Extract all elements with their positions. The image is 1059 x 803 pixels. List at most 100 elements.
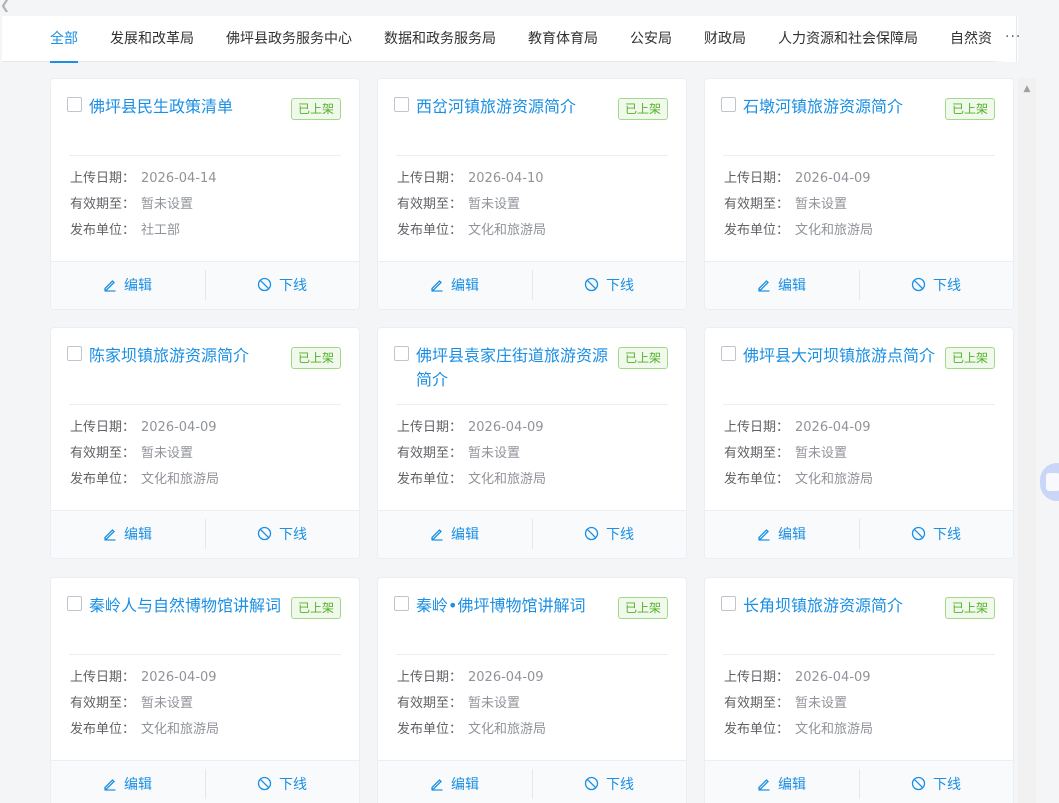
publisher-row: 发布单位： 文化和旅游局 <box>397 471 546 489</box>
offline-button[interactable]: 下线 <box>257 761 307 803</box>
tab-natural-resources[interactable]: 自然资 <box>950 16 992 62</box>
offline-button[interactable]: 下线 <box>584 262 634 310</box>
offline-label: 下线 <box>933 278 961 294</box>
prohibit-icon <box>911 776 926 791</box>
triangle-up-icon[interactable]: ▲ <box>1018 80 1036 98</box>
tab-education-sports[interactable]: 教育体育局 <box>528 16 598 62</box>
card-title[interactable]: 佛坪县袁家庄街道旅游资源简介 <box>416 344 616 392</box>
valid-until-label: 有效期至： <box>397 197 463 212</box>
offline-label: 下线 <box>279 777 307 793</box>
card-title[interactable]: 陈家坝镇旅游资源简介 <box>89 344 289 368</box>
card-header: 佛坪县袁家庄街道旅游资源简介 已上架 <box>394 344 676 402</box>
assistant-bubble-icon[interactable] <box>1040 463 1059 501</box>
valid-until-value: 暂未设置 <box>468 696 521 711</box>
tab-finance[interactable]: 财政局 <box>704 16 746 62</box>
tab-data-gov-service[interactable]: 数据和政务服务局 <box>384 16 496 62</box>
tab-public-security[interactable]: 公安局 <box>630 16 672 62</box>
upload-date-value: 2026-04-09 <box>795 670 871 685</box>
prohibit-icon <box>911 526 926 541</box>
edit-button[interactable]: 编辑 <box>757 761 806 803</box>
prohibit-icon <box>257 277 272 292</box>
card-checkbox[interactable] <box>721 346 736 361</box>
publisher-value: 文化和旅游局 <box>795 223 874 238</box>
card-divider <box>723 155 995 156</box>
edit-label: 编辑 <box>124 278 152 294</box>
upload-date-value: 2026-04-09 <box>141 420 217 435</box>
upload-date-row: 上传日期： 2026-04-09 <box>724 170 871 188</box>
valid-until-label: 有效期至： <box>724 197 790 212</box>
status-badge: 已上架 <box>617 347 668 369</box>
prohibit-icon <box>584 776 599 791</box>
status-badge: 已上架 <box>290 98 341 120</box>
content-card: 秦岭•佛坪博物馆讲解词 已上架上传日期： 2026-04-09 有效期至： 暂未设置发布… <box>377 577 687 803</box>
card-title[interactable]: 长角坝镇旅游资源简介 <box>743 594 943 618</box>
publisher-row: 发布单位： 文化和旅游局 <box>397 721 546 739</box>
offline-button[interactable]: 下线 <box>584 511 634 559</box>
card-title[interactable]: 佛坪县民生政策清单 <box>89 95 289 119</box>
offline-button[interactable]: 下线 <box>911 262 961 310</box>
status-badge: 已上架 <box>617 597 668 619</box>
edit-button[interactable]: 编辑 <box>103 262 152 310</box>
upload-date-label: 上传日期： <box>70 420 136 435</box>
card-checkbox[interactable] <box>721 596 736 611</box>
category-tabs: 全部 发展和改革局 佛坪县政务服务中心 数据和政务服务局 教育体育局 公安局 财… <box>2 16 1021 63</box>
pencil-icon <box>431 280 443 292</box>
card-checkbox[interactable] <box>67 596 82 611</box>
edit-button[interactable]: 编辑 <box>103 761 152 803</box>
card-actions: 编辑 下线 <box>378 510 686 558</box>
offline-button[interactable]: 下线 <box>257 262 307 310</box>
status-badge: 已上架 <box>290 347 341 369</box>
card-title[interactable]: 石墩河镇旅游资源简介 <box>743 95 943 119</box>
tabs-more-button[interactable]: ··· <box>1005 16 1021 62</box>
publisher-label: 发布单位： <box>724 223 790 238</box>
card-checkbox[interactable] <box>394 596 409 611</box>
card-checkbox[interactable] <box>721 97 736 112</box>
offline-button[interactable]: 下线 <box>911 511 961 559</box>
offline-button[interactable]: 下线 <box>584 761 634 803</box>
card-checkbox[interactable] <box>394 346 409 361</box>
card-title[interactable]: 西岔河镇旅游资源简介 <box>416 95 616 119</box>
actions-separator <box>532 519 533 549</box>
offline-label: 下线 <box>933 527 961 543</box>
actions-separator <box>859 270 860 300</box>
edit-button[interactable]: 编辑 <box>103 511 152 559</box>
offline-button[interactable]: 下线 <box>257 511 307 559</box>
prohibit-icon <box>257 776 272 791</box>
status-badge: 已上架 <box>944 347 995 369</box>
card-actions: 编辑 下线 <box>378 261 686 309</box>
card-divider <box>69 404 341 405</box>
scrollbar-track[interactable] <box>1018 78 1036 803</box>
card-checkbox[interactable] <box>67 346 82 361</box>
edit-button[interactable]: 编辑 <box>757 262 806 310</box>
tab-human-resources[interactable]: 人力资源和社会保障局 <box>778 16 918 62</box>
upload-date-value: 2026-04-09 <box>795 171 871 186</box>
publisher-value: 文化和旅游局 <box>141 472 220 487</box>
valid-until-row: 有效期至： 暂未设置 <box>70 445 193 463</box>
chevron-left-icon[interactable]: ❮ <box>0 0 12 12</box>
card-checkbox[interactable] <box>67 97 82 112</box>
edit-label: 编辑 <box>778 527 806 543</box>
edit-button[interactable]: 编辑 <box>430 262 479 310</box>
tab-gov-service-center[interactable]: 佛坪县政务服务中心 <box>226 16 352 62</box>
card-header: 佛坪县大河坝镇旅游点简介 已上架 <box>721 344 1003 402</box>
upload-date-label: 上传日期： <box>724 670 790 685</box>
tab-development-reform[interactable]: 发展和改革局 <box>110 16 194 62</box>
edit-button[interactable]: 编辑 <box>430 761 479 803</box>
publisher-label: 发布单位： <box>70 223 136 238</box>
publisher-value: 文化和旅游局 <box>141 722 220 737</box>
upload-date-label: 上传日期： <box>70 670 136 685</box>
tab-all[interactable]: 全部 <box>50 16 78 63</box>
edit-button[interactable]: 编辑 <box>430 511 479 559</box>
upload-date-row: 上传日期： 2026-04-09 <box>397 669 544 687</box>
content-card: 佛坪县大河坝镇旅游点简介 已上架 上传日期： 2026-04-09 有效期至： 暂未设置发… <box>704 327 1014 559</box>
card-title[interactable]: 秦岭人与自然博物馆讲解词 <box>89 594 289 618</box>
valid-until-row: 有效期至： 暂未设置 <box>70 695 193 713</box>
card-actions: 编辑 下线 <box>705 261 1013 309</box>
valid-until-label: 有效期至： <box>397 696 463 711</box>
offline-button[interactable]: 下线 <box>911 761 961 803</box>
card-title[interactable]: 佛坪县大河坝镇旅游点简介 <box>743 344 943 368</box>
card-title[interactable]: 秦岭•佛坪博物馆讲解词 <box>416 594 616 618</box>
edit-button[interactable]: 编辑 <box>757 511 806 559</box>
card-checkbox[interactable] <box>394 97 409 112</box>
publisher-value: 文化和旅游局 <box>795 722 874 737</box>
